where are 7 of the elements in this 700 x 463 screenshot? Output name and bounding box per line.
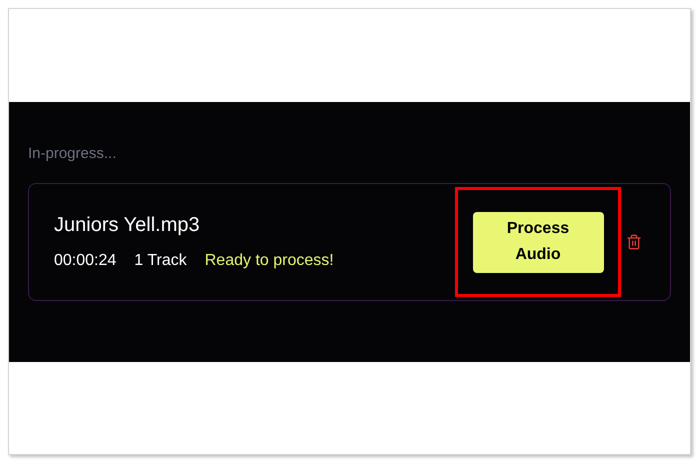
track-count: 1 Track <box>134 251 187 271</box>
file-name: Juniors Yell.mp3 <box>54 213 200 237</box>
duration: 00:00:24 <box>54 251 116 271</box>
section-label: In-progress... <box>28 145 116 163</box>
trash-icon[interactable] <box>626 234 642 250</box>
status-text: Ready to process! <box>204 251 334 271</box>
process-audio-button[interactable]: Process Audio <box>472 212 604 272</box>
